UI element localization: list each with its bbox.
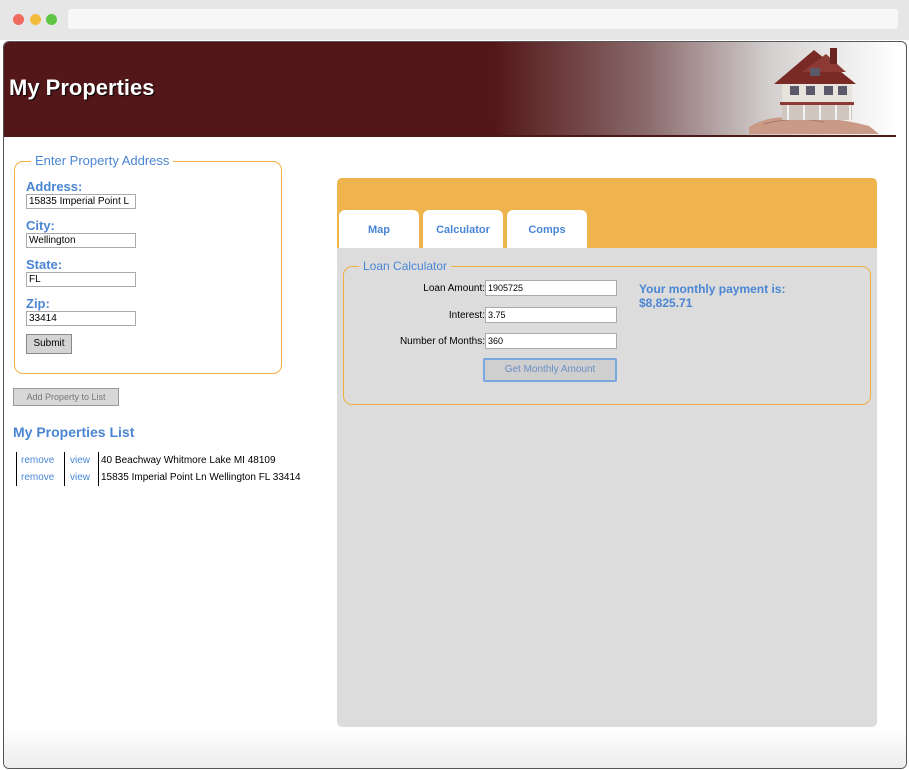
close-window-icon[interactable]: [13, 14, 24, 25]
view-link[interactable]: view: [64, 452, 99, 469]
header-banner: My Properties: [4, 42, 896, 137]
properties-list-title: My Properties List: [13, 424, 135, 440]
remove-link[interactable]: remove: [16, 452, 67, 469]
zip-label: Zip:: [26, 296, 50, 311]
tab-comps[interactable]: Comps: [507, 210, 587, 248]
monthly-payment-result: Your monthly payment is: $8,825.71: [639, 282, 785, 310]
remove-link[interactable]: remove: [16, 469, 67, 486]
payment-value: $8,825.71: [639, 296, 693, 310]
submit-button[interactable]: Submit: [26, 334, 72, 354]
maximize-window-icon[interactable]: [46, 14, 57, 25]
add-property-button[interactable]: Add Property to List: [13, 388, 119, 406]
address-input[interactable]: 15835 Imperial Point L: [26, 194, 136, 209]
interest-label: Interest:: [448, 310, 485, 321]
tab-panel: Map Calculator Comps Loan Calculator Loa…: [337, 178, 877, 727]
loan-amount-input[interactable]: 1905725: [485, 280, 617, 296]
address-label: Address:: [26, 179, 83, 194]
window-bottom-fade: [4, 728, 906, 768]
get-monthly-amount-button[interactable]: Get Monthly Amount: [483, 358, 617, 382]
months-input[interactable]: 360: [485, 333, 617, 349]
minimize-window-icon[interactable]: [30, 14, 41, 25]
property-address: 40 Beachway Whitmore Lake MI 48109: [101, 455, 276, 466]
payment-label: Your monthly payment is:: [639, 282, 786, 296]
loan-calculator-legend: Loan Calculator: [359, 259, 452, 273]
state-label: State:: [26, 257, 63, 272]
address-fieldset-legend: Enter Property Address: [31, 153, 174, 168]
interest-input[interactable]: 3.75: [485, 307, 617, 323]
address-bar[interactable]: [68, 9, 898, 29]
page-title: My Properties: [9, 75, 155, 100]
loan-amount-label: Loan Amount:: [423, 283, 485, 294]
tab-map[interactable]: Map: [339, 210, 419, 248]
page-window: My Properties Enter Property Address Add…: [3, 41, 907, 769]
view-link[interactable]: view: [64, 469, 99, 486]
browser-chrome: [0, 0, 909, 40]
city-input[interactable]: Wellington: [26, 233, 136, 248]
tab-calculator[interactable]: Calculator: [423, 210, 503, 248]
months-label: Number of Months:: [399, 336, 485, 347]
city-label: City:: [26, 218, 55, 233]
house-hand-image: [749, 48, 879, 134]
property-address: 15835 Imperial Point Ln Wellington FL 33…: [101, 472, 301, 483]
state-input[interactable]: FL: [26, 272, 136, 287]
zip-input[interactable]: 33414: [26, 311, 136, 326]
